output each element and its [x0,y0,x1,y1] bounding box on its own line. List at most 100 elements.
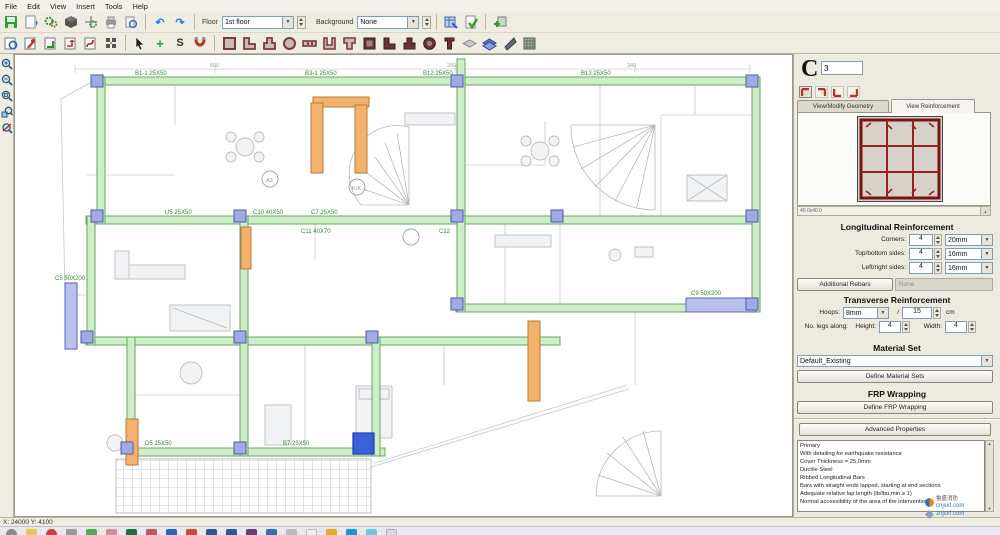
magnet-icon[interactable] [191,35,209,52]
column-circle-outline-icon[interactable] [280,35,298,52]
legs-height-stepper[interactable] [902,321,910,333]
column-U-outline-icon[interactable] [320,35,338,52]
column-T-outline-icon[interactable] [340,35,358,52]
column-rect-filled-icon[interactable] [360,35,378,52]
taskbar-icon[interactable] [326,529,337,535]
taskbar-icon[interactable] [346,529,357,535]
columns[interactable] [81,75,758,454]
column-tee-cap-icon[interactable] [440,35,458,52]
column-L-outline-icon[interactable] [240,35,258,52]
taskbar-icon[interactable] [46,529,57,535]
chevron-down-icon[interactable]: ▼ [407,17,418,28]
slab-inclined-icon[interactable] [500,35,518,52]
legs-width-stepper[interactable] [968,321,976,333]
taskbar-icon[interactable] [286,529,297,535]
hoops-spacing[interactable]: 15 [902,307,932,319]
corners-count[interactable]: 4 [909,234,933,246]
define-frp-wrapping-button[interactable]: Define FRP Wrapping [797,401,993,414]
floor-select[interactable]: 1st floor▼ [222,16,294,29]
hoops-spacing-stepper[interactable] [933,307,941,319]
taskbar-icon[interactable] [26,529,37,535]
rebar-corner-tl-icon[interactable] [799,86,812,98]
menu-insert[interactable]: Insert [71,2,100,11]
advanced-properties-button[interactable]: Advanced Properties [799,423,991,436]
shear-walls[interactable] [126,97,540,465]
column-rect-outline-icon[interactable] [220,35,238,52]
taskbar-icon[interactable] [6,529,17,535]
taskbar-icon[interactable] [106,529,117,535]
fan-tool-icon[interactable] [102,35,120,52]
leftright-count[interactable]: 4 [909,262,933,274]
element-name-input[interactable] [821,61,863,75]
chevron-down-icon[interactable]: ▼ [981,249,992,259]
wall-section-icon[interactable] [300,35,318,52]
taskbar-icon[interactable] [386,529,397,535]
corners-stepper[interactable] [934,234,942,246]
column-circle-filled-icon[interactable] [420,35,438,52]
chevron-down-icon[interactable]: ▼ [981,235,992,245]
topbottom-size-select[interactable]: 16mm▼ [945,248,993,260]
taskbar-icon[interactable] [126,529,137,535]
save-icon[interactable] [2,14,20,31]
topbottom-count[interactable]: 4 [909,248,933,260]
additional-rebars-button[interactable]: Additional Rebars [797,278,893,291]
taskbar-icon[interactable] [146,529,157,535]
zoom-in-icon[interactable] [1,58,13,70]
zoom-selection-icon[interactable] [1,122,13,134]
zoom-window-icon[interactable] [1,106,13,118]
leftright-stepper[interactable] [934,262,942,274]
table-report-icon[interactable] [442,14,460,31]
hoops-size-select[interactable]: 8mm▼ [843,307,889,319]
zoom-extents-icon[interactable] [1,90,13,102]
taskbar-icon[interactable] [66,529,77,535]
taskbar-icon[interactable] [86,529,97,535]
zoom-out-icon[interactable] [1,74,13,86]
slab-flat-icon[interactable] [460,35,478,52]
rebar-corner-bl-icon[interactable] [831,86,844,98]
menu-edit[interactable]: Edit [22,2,45,11]
column-T-filled-icon[interactable] [400,35,418,52]
taskbar-icon[interactable] [306,529,317,535]
plan-canvas[interactable]: B1-1 25X50 B3-1 25X50 B12 25X50 B13 25X5… [14,54,793,517]
doc-insert-green-icon[interactable] [42,35,60,52]
taskbar-icon[interactable] [166,529,177,535]
doc-refresh-icon[interactable] [2,35,20,52]
selected-column[interactable] [353,433,374,454]
doc-corner-icon[interactable] [62,35,80,52]
floor-stepper[interactable] [297,16,306,29]
taskbar-icon[interactable] [246,529,257,535]
axes-snap-icon[interactable] [82,14,100,31]
preview-scroll-strip[interactable]: 40.0x40.0 ▲ [797,206,991,216]
add-node-icon[interactable]: + [151,35,169,52]
print-preview-icon[interactable] [122,14,140,31]
import-icon[interactable] [22,14,40,31]
chevron-down-icon[interactable]: ▼ [282,17,293,28]
redo-icon[interactable]: ↷ [171,14,189,31]
menu-tools[interactable]: Tools [100,2,128,11]
legs-height-value[interactable]: 4 [879,321,901,333]
corners-size-select[interactable]: 20mm▼ [945,234,993,246]
tab-view-reinforcement[interactable]: View Reinforcement [891,99,975,113]
taskbar-icon[interactable] [366,529,377,535]
doc-insert-red-icon[interactable] [22,35,40,52]
chevron-down-icon[interactable]: ▼ [981,356,992,366]
topbottom-stepper[interactable] [934,248,942,260]
taskbar-icon[interactable] [226,529,237,535]
rebar-corner-br-icon[interactable] [847,86,860,98]
doc-rebar-icon[interactable] [82,35,100,52]
background-stepper[interactable] [422,16,431,29]
legs-width-value[interactable]: 4 [945,321,967,333]
undo-icon[interactable]: ↶ [151,14,169,31]
chevron-down-icon[interactable]: ▼ [981,263,992,273]
add-element-icon[interactable] [491,14,509,31]
material-select[interactable]: Default_Existing▼ [797,355,993,367]
taskbar-icon[interactable] [206,529,217,535]
print-icon[interactable] [102,14,120,31]
stair-grid-icon[interactable] [520,35,538,52]
menu-file[interactable]: File [0,2,22,11]
checklist-icon[interactable] [462,14,480,31]
3d-view-icon[interactable] [62,14,80,31]
leftright-size-select[interactable]: 16mm▼ [945,262,993,274]
slab-blue-icon[interactable] [480,35,498,52]
snap-icon[interactable]: S [171,35,189,52]
